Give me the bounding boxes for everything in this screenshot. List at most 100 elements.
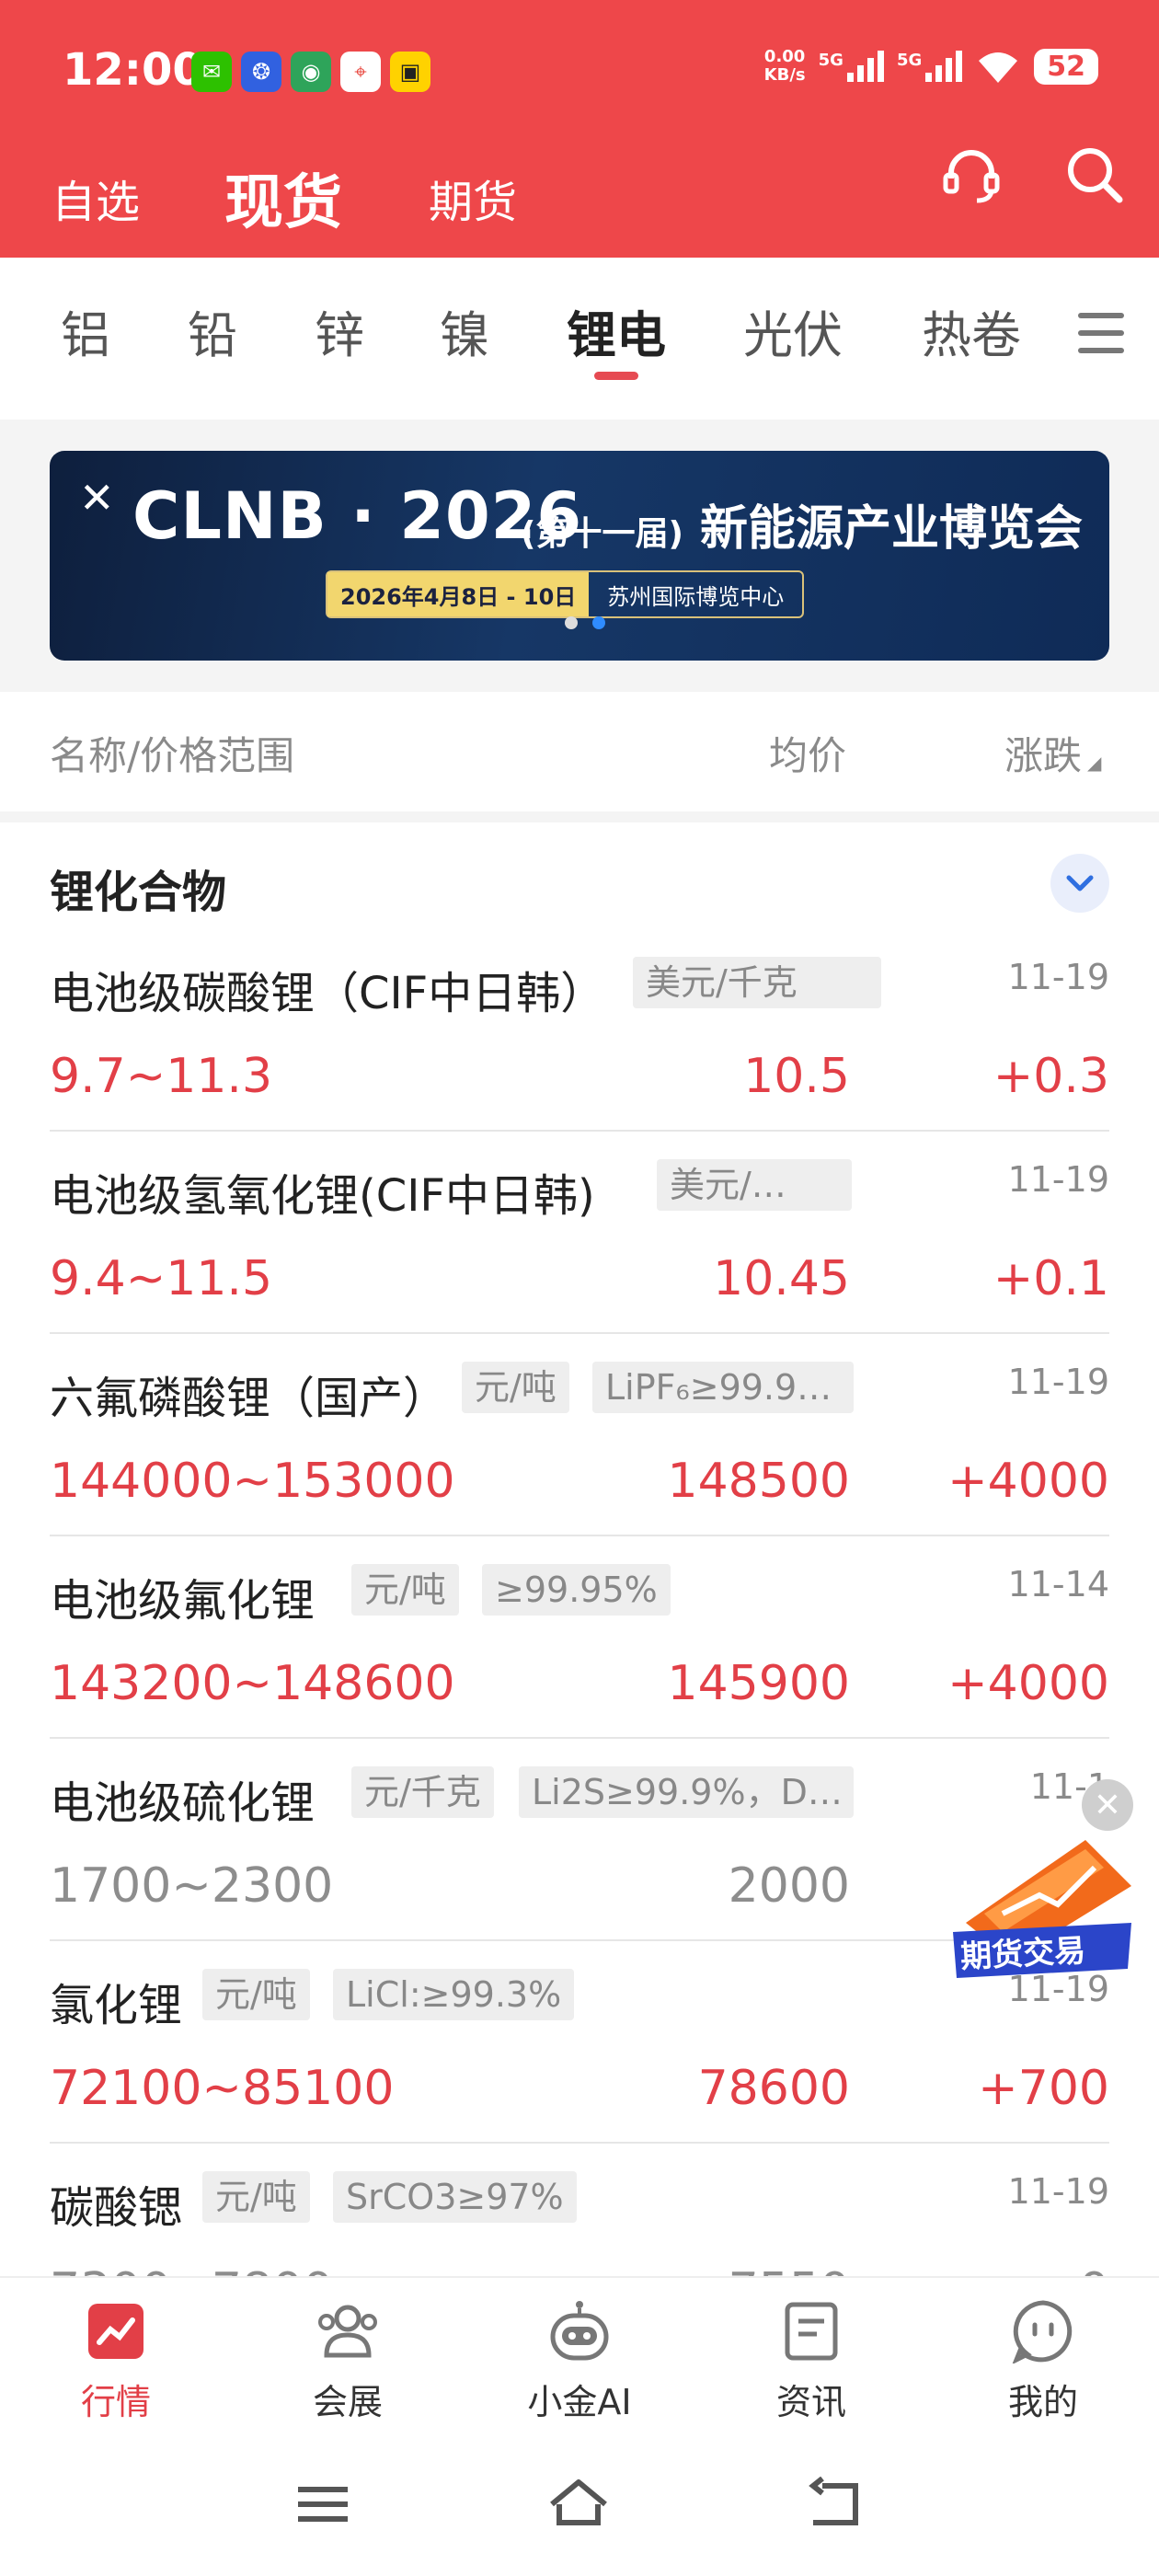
row-spec-tag: Li2S≥99.9%，D…	[519, 1766, 854, 1818]
header-change[interactable]: 涨跌 ◢	[1004, 725, 1101, 781]
tab-aluminium[interactable]: 铝	[61, 294, 110, 367]
back-icon[interactable]	[804, 2477, 868, 2532]
row-unit-tag: 元/吨	[202, 1969, 310, 2020]
row-unit-tag: 元/千克	[351, 1766, 494, 1818]
nav-ai-label: 小金AI	[527, 2382, 632, 2422]
float-label: 期货交易	[959, 1932, 1087, 1976]
net-speed-unit: KB/s	[763, 65, 806, 85]
nav-exhibition[interactable]: 会展	[265, 2296, 430, 2424]
header-avg[interactable]: 均价	[769, 725, 846, 781]
row-range: 144000~153000	[50, 1454, 455, 1509]
signal-1-label: 5G	[818, 51, 843, 70]
row-avg: 10.45	[713, 1251, 850, 1306]
signal-2-icon: 5G	[896, 51, 963, 82]
banner-subtitle-text: 新能源产业博览会	[700, 501, 1084, 557]
table-row[interactable]: 六氟磷酸锂（国产） 元/吨 LiPF₆≥99.9… 11-19 144000~1…	[50, 1334, 1109, 1536]
row-date: 11-19	[1007, 1362, 1109, 1402]
customer-service-icon[interactable]	[936, 140, 1006, 210]
tab-futures[interactable]: 期货	[429, 138, 517, 258]
row-name: 碳酸锶	[50, 2182, 183, 2234]
table-row[interactable]: 电池级氟化锂 元/吨 ≥99.95% 11-14 143200~148600 1…	[50, 1536, 1109, 1739]
status-time: 12:00	[63, 44, 203, 96]
banner-subtitle: (第十一届) 新能源产业博览会	[521, 489, 1083, 558]
row-date: 11-19	[1007, 957, 1109, 997]
nav-news[interactable]: 资讯	[729, 2296, 894, 2424]
pagination-dot-active	[592, 616, 605, 629]
row-avg: 145900	[667, 1656, 850, 1711]
row-name: 电池级碳酸锂（CIF中日韩）	[50, 968, 605, 1019]
row-avg: 78600	[697, 2061, 850, 2116]
row-name: 电池级硫化锂	[50, 1777, 316, 1829]
row-range: 72100~85100	[50, 2061, 395, 2116]
app-screen: 12:00 ✉ ❂ ◉ ⌖ ▣ 0.00 KB/s 5G 5G 52 自选 现货…	[0, 0, 1159, 2576]
tab-zinc[interactable]: 锌	[315, 294, 364, 367]
signal-1-icon: 5G	[819, 51, 884, 82]
search-icon[interactable]	[1060, 140, 1130, 210]
tab-photovoltaic[interactable]: 光伏	[743, 294, 843, 367]
row-date: 11-14	[1007, 1564, 1109, 1604]
banner-title: CLNB · 2026	[132, 478, 583, 554]
pagination-dot	[565, 616, 578, 629]
net-speed: 0.00 KB/s	[764, 48, 806, 85]
recent-apps-icon[interactable]	[291, 2477, 355, 2532]
row-name: 电池级氢氧化锂(CIF中日韩)	[50, 1170, 595, 1222]
document-icon	[775, 2296, 848, 2366]
row-spec-tag: SrCO3≥97%	[333, 2171, 577, 2223]
nav-ai[interactable]: 小金AI	[497, 2296, 662, 2424]
price-list: 锂化合物 电池级碳酸锂（CIF中日韩） 美元/千克 11-19 9.7~11.3…	[0, 822, 1159, 2276]
row-unit-tag: 美元/…	[657, 1159, 852, 1211]
net-speed-value: 0.00	[763, 47, 806, 66]
category-tabs: 铝 铅 锌 镍 锂电 光伏 热卷	[0, 258, 1159, 420]
float-close-icon[interactable]: ✕	[1082, 1779, 1133, 1831]
signal-2-label: 5G	[896, 51, 923, 70]
wechat-icon: ✉	[191, 52, 232, 92]
baidu-icon: ❂	[241, 52, 281, 92]
row-unit-tag: 美元/千克	[633, 957, 881, 1008]
row-spec-tag: LiCl:≥99.3%	[333, 1969, 575, 2020]
profile-chat-icon	[1006, 2296, 1080, 2366]
expo-banner[interactable]: ✕ CLNB · 2026 (第十一届) 新能源产业博览会 2026年4月8日 …	[50, 451, 1109, 661]
nav-profile[interactable]: 我的	[960, 2296, 1126, 2424]
tab-nickel[interactable]: 镍	[440, 294, 489, 367]
menu-icon[interactable]	[1074, 305, 1128, 361]
people-icon	[311, 2296, 384, 2366]
table-row[interactable]: 碳酸锶 元/吨 SrCO3≥97% 11-19 7300~7800 7550 0	[50, 2144, 1109, 2276]
notification-icons: ✉ ❂ ◉ ⌖ ▣	[191, 52, 430, 92]
table-row[interactable]: 电池级碳酸锂（CIF中日韩） 美元/千克 11-19 9.7~11.3 10.5…	[50, 929, 1109, 1132]
row-change: +0.3	[993, 1049, 1109, 1104]
row-avg: 10.5	[743, 1049, 850, 1104]
app-green-icon: ◉	[291, 52, 331, 92]
tab-lead[interactable]: 铅	[188, 294, 237, 367]
row-unit-tag: 元/吨	[351, 1564, 459, 1616]
group-title: 锂化合物	[50, 867, 227, 918]
banner-close-icon[interactable]: ✕	[79, 473, 115, 523]
row-change: +700	[978, 2061, 1109, 2116]
taxi-icon: ▣	[390, 52, 430, 92]
bottom-nav: 行情 会展 小金AI 资讯 我的	[0, 2276, 1159, 2432]
table-row[interactable]: 电池级氢氧化锂(CIF中日韩) 美元/… 11-19 9.4~11.5 10.4…	[50, 1132, 1109, 1334]
tab-lithium-battery[interactable]: 锂电	[567, 294, 666, 367]
table-header: 名称/价格范围 均价 涨跌 ◢	[0, 692, 1159, 811]
row-avg: 7550	[729, 2263, 850, 2276]
system-nav-bar	[0, 2432, 1159, 2576]
tab-watchlist[interactable]: 自选	[52, 138, 140, 258]
tab-spot[interactable]: 现货	[224, 138, 342, 258]
row-range: 9.7~11.3	[50, 1049, 273, 1104]
row-unit-tag: 元/吨	[202, 2171, 310, 2223]
row-change: +4000	[947, 1656, 1109, 1711]
row-date: 11-19	[1007, 2171, 1109, 2212]
robot-icon	[543, 2296, 616, 2366]
home-icon[interactable]	[546, 2477, 611, 2532]
row-range: 7300~7800	[50, 2263, 333, 2276]
nav-market[interactable]: 行情	[33, 2296, 199, 2424]
status-bar: 12:00 ✉ ❂ ◉ ⌖ ▣ 0.00 KB/s 5G 5G 52	[0, 0, 1159, 138]
row-range: 143200~148600	[50, 1656, 455, 1711]
nav-market-label: 行情	[80, 2382, 151, 2422]
market-icon	[79, 2296, 153, 2366]
nav-news-label: 资讯	[775, 2382, 846, 2422]
row-name: 电池级氟化锂	[50, 1575, 316, 1627]
tab-hot-rolled-coil[interactable]: 热卷	[922, 294, 1021, 367]
row-change: +0.1	[993, 1251, 1109, 1306]
collapse-chevron-icon[interactable]	[1050, 854, 1109, 913]
banner-date: 2026年4月8日 - 10日	[327, 572, 590, 616]
